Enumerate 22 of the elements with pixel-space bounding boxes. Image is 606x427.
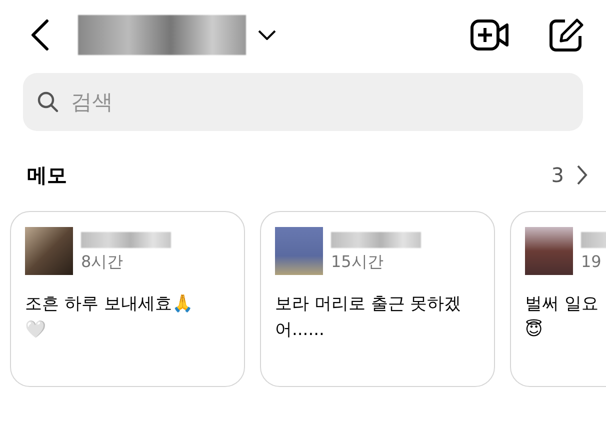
note-count: 3: [551, 163, 564, 187]
section-title: 메모: [27, 162, 67, 188]
note-text: 조흔 하루 보내세효🙏 🤍: [25, 293, 194, 342]
chevron-right-icon[interactable]: [576, 164, 588, 186]
note-text: 보라 머리로 출근 못하겠 어......: [275, 293, 462, 342]
note-text: 벌써 일요 😇: [525, 293, 600, 342]
note-time: 19: [581, 252, 602, 271]
edit-icon[interactable]: [548, 17, 584, 53]
search-input[interactable]: 검색: [69, 89, 569, 115]
chevron-down-icon[interactable]: [258, 30, 276, 40]
note-time: 15시간: [331, 252, 384, 273]
video-call-icon[interactable]: [470, 19, 510, 51]
note-card[interactable]: 15시간 보라 머리로 출근 못하겠 어......: [260, 211, 495, 387]
note-time: 8시간: [81, 252, 124, 273]
note-card[interactable]: 8시간 조흔 하루 보내세효🙏 🤍: [10, 211, 245, 387]
avatar-placeholder: [275, 227, 323, 275]
search-icon: [37, 91, 59, 113]
note-card[interactable]: 19 벌써 일요 😇: [510, 211, 606, 387]
avatar-placeholder: [25, 227, 73, 275]
search-field[interactable]: 검색: [23, 73, 583, 131]
back-icon[interactable]: [30, 19, 50, 51]
avatar-placeholder: [525, 227, 573, 275]
